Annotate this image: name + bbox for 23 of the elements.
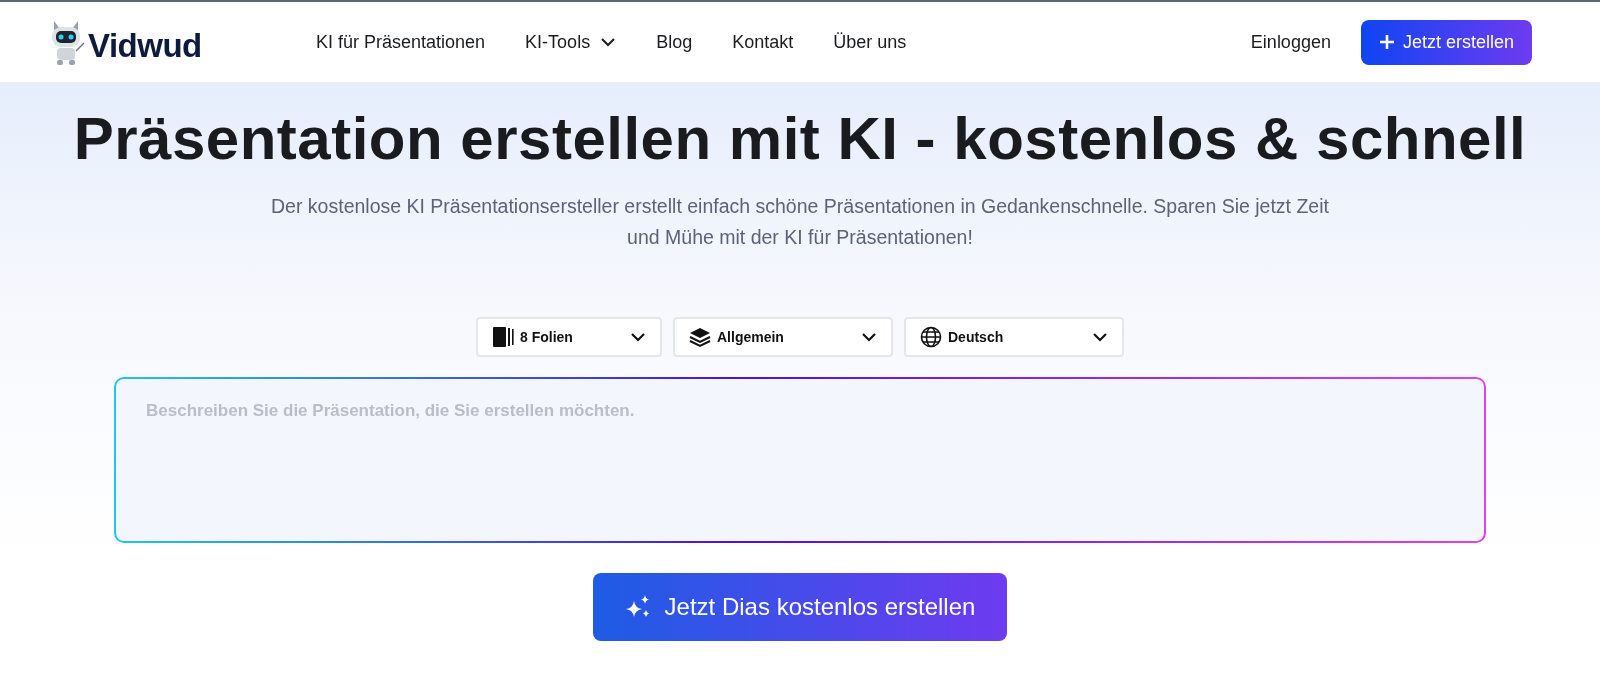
option-dropdown[interactable]: 8 Folien — [476, 317, 662, 357]
option-dropdown[interactable]: Allgemein — [673, 317, 893, 357]
layers-icon — [689, 326, 711, 348]
logo-text[interactable]: Vidwud — [88, 27, 202, 65]
chevron-down-icon — [1092, 332, 1108, 342]
hero-subtitle: Der kostenlose KI Präsentationsersteller erstellt einfach schöne Präsentationen in Gedankenschnelle. Sparen Sie jetzt Zeit und Mühe mit der KI für Präsentationen! — [270, 194, 1330, 250]
hero-title: Präsentation erstellen mit KI - kostenlos & schnell — [73, 104, 1527, 173]
nav-link[interactable]: KI für Präsentationen — [316, 31, 486, 53]
chevron-down-icon — [861, 332, 877, 342]
plus-icon — [1378, 34, 1395, 50]
nav-link[interactable]: Blog — [656, 31, 693, 53]
chevron-down-icon — [630, 332, 646, 342]
login-link[interactable]: Einloggen — [1250, 31, 1331, 53]
create-button[interactable]: Jetzt erstellen — [1360, 19, 1532, 65]
globe-icon — [920, 326, 942, 348]
generate-button[interactable]: Jetzt Dias kostenlos erstellen — [592, 573, 1008, 641]
prompt-field[interactable]: Beschreiben Sie die Präsentation, die Sie erstellen möchten. — [114, 377, 1486, 543]
nav-link[interactable]: Kontakt — [732, 31, 794, 53]
option-dropdown[interactable]: Deutsch — [904, 317, 1124, 357]
slides-icon — [492, 326, 514, 348]
nav-link[interactable]: Über uns — [833, 31, 907, 53]
chevron-down-icon — [600, 37, 617, 47]
nav-link[interactable]: KI-Tools — [525, 31, 617, 53]
